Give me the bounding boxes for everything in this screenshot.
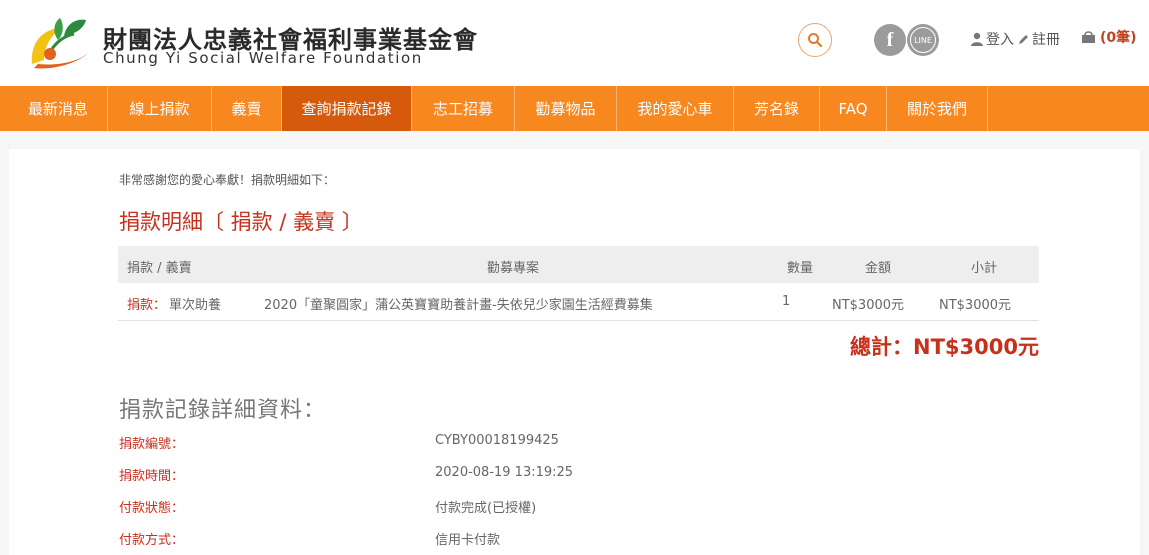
nav-item-donation-records[interactable]: 查詢捐款記錄 xyxy=(282,86,412,131)
thanks-message: 非常感謝您的愛心奉獻！捐款明細如下： xyxy=(119,173,336,187)
donation-detail-title: 捐款明細〔 捐款 / 義賣 〕 xyxy=(119,210,363,234)
row-subtype: 單次助養 xyxy=(169,298,222,313)
cart-icon xyxy=(1082,31,1095,43)
nav-item-news[interactable]: 最新消息 xyxy=(9,86,108,131)
detail-value: 付款完成(已授權) xyxy=(435,501,537,516)
search-button[interactable] xyxy=(798,23,832,57)
user-links: 登入 註冊 xyxy=(970,29,1060,49)
user-icon xyxy=(971,32,983,46)
nav-item-charity-sale[interactable]: 義賣 xyxy=(212,86,282,131)
line-icon-ring: LINE xyxy=(910,27,936,53)
nav-item-faq[interactable]: FAQ xyxy=(820,86,887,131)
cart-count: (0筆) xyxy=(1100,30,1137,46)
col-project: 勸募專案 xyxy=(487,261,540,276)
line-icon[interactable]: LINE xyxy=(907,24,939,56)
facebook-icon[interactable]: f xyxy=(874,24,906,56)
col-amount: 金額 xyxy=(865,261,892,276)
search-icon xyxy=(808,33,823,48)
row-project: 2020「童聚圓家」蒲公英寶寶助養計畫-失依兒少家園生活經費募集 xyxy=(264,298,653,313)
detail-value: 信用卡付款 xyxy=(435,533,501,548)
row-subtotal: NT$3000元 xyxy=(939,298,1012,313)
logo-icon[interactable] xyxy=(28,14,94,72)
nav-item-volunteer[interactable]: 志工招募 xyxy=(412,86,515,131)
pencil-icon xyxy=(1019,35,1028,44)
col-qty: 數量 xyxy=(787,261,814,276)
detail-value: CYBY00018199425 xyxy=(435,433,559,448)
grand-total: 總計：NT$3000元 xyxy=(850,335,1039,359)
nav-item-about[interactable]: 關於我們 xyxy=(887,86,988,131)
col-subtotal: 小計 xyxy=(971,261,998,276)
record-detail-title: 捐款記錄詳細資料： xyxy=(119,398,327,423)
row-qty: 1 xyxy=(782,294,791,309)
detail-label: 付款方式： xyxy=(119,533,185,548)
cart-link[interactable]: (0筆) xyxy=(1081,27,1137,47)
col-type: 捐款 / 義賣 xyxy=(127,261,192,276)
detail-label: 捐款編號： xyxy=(119,437,185,452)
table-header: 捐款 / 義賣 勸募專案 數量 金額 小計 xyxy=(118,246,1039,283)
detail-value: 2020-08-19 13:19:25 xyxy=(435,465,574,480)
detail-label: 捐款時間： xyxy=(119,469,185,484)
site-header: 財團法人忠義社會福利事業基金會 Chung Yi Social Welfare … xyxy=(0,0,1149,86)
line-glyph: LINE xyxy=(914,35,932,45)
facebook-glyph: f xyxy=(886,28,894,51)
login-link[interactable]: 登入 xyxy=(986,29,1014,49)
nav-item-donated-goods[interactable]: 勸募物品 xyxy=(515,86,617,131)
detail-label: 付款狀態： xyxy=(119,501,185,516)
org-name-en[interactable]: Chung Yi Social Welfare Foundation xyxy=(103,49,423,67)
main-nav: 最新消息 線上捐款 義賣 查詢捐款記錄 志工招募 勸募物品 我的愛心車 芳名錄 … xyxy=(0,86,1149,131)
nav-item-love-cart[interactable]: 我的愛心車 xyxy=(617,86,734,131)
register-link[interactable]: 註冊 xyxy=(1032,29,1060,49)
nav-item-donor-list[interactable]: 芳名錄 xyxy=(734,86,820,131)
nav-item-online-donation[interactable]: 線上捐款 xyxy=(108,86,212,131)
main-content: 非常感謝您的愛心奉獻！捐款明細如下： 捐款明細〔 捐款 / 義賣 〕 捐款 / … xyxy=(9,149,1140,555)
row-amount: NT$3000元 xyxy=(832,298,905,313)
table-row: 捐款： 單次助養 2020「童聚圓家」蒲公英寶寶助養計畫-失依兒少家園生活經費募… xyxy=(118,283,1039,321)
row-type: 捐款： xyxy=(127,298,167,313)
